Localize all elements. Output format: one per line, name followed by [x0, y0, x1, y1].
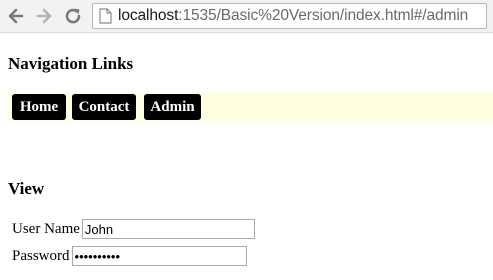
username-label: User Name: [12, 220, 80, 237]
reload-button[interactable]: [63, 6, 83, 26]
reload-icon: [65, 8, 81, 24]
back-button[interactable]: [6, 6, 26, 26]
nav-bar: Home Contact Admin: [8, 93, 493, 121]
page-icon: [99, 8, 112, 24]
username-row: User Name: [12, 219, 255, 239]
page-content: Navigation Links Home Contact Admin View…: [0, 33, 493, 280]
username-input[interactable]: [81, 219, 255, 239]
forward-arrow-icon: [36, 8, 52, 24]
view-heading: View: [8, 179, 45, 198]
browser-toolbar: localhost:1535/Basic%20Version/index.htm…: [0, 0, 493, 33]
nav-link-admin[interactable]: Admin: [144, 94, 201, 120]
nav-link-home[interactable]: Home: [12, 94, 66, 120]
address-bar[interactable]: localhost:1535/Basic%20Version/index.htm…: [92, 3, 487, 29]
url-host: localhost: [118, 7, 179, 24]
forward-button[interactable]: [34, 6, 54, 26]
back-arrow-icon: [8, 8, 24, 24]
url-path: :1535/Basic%20Version/index.html#/admin: [178, 7, 469, 24]
nav-heading: Navigation Links: [8, 54, 134, 73]
password-input[interactable]: [71, 246, 247, 266]
password-label: Password: [12, 247, 70, 264]
url-text: localhost:1535/Basic%20Version/index.htm…: [118, 7, 468, 25]
nav-link-contact[interactable]: Contact: [72, 94, 136, 120]
password-row: Password: [12, 246, 247, 266]
